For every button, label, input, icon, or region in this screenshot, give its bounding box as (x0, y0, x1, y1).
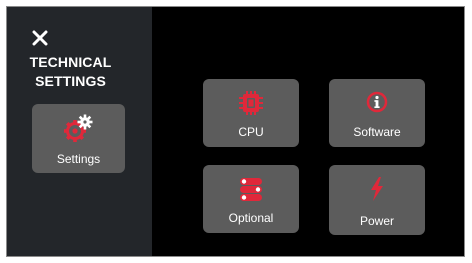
power-tile-label: Power (359, 214, 394, 228)
sidebar-item-settings[interactable]: Settings (32, 104, 125, 173)
sidebar: TECHNICAL SETTINGS Settings (7, 7, 152, 256)
close-button[interactable] (32, 30, 48, 46)
sidebar-title-line2: SETTINGS (35, 73, 106, 89)
cpu-chip-icon (239, 91, 263, 115)
optional-tile-label: Optional (228, 211, 274, 225)
software-tile-label: Software (353, 125, 401, 139)
software-tile[interactable]: Software (329, 79, 425, 147)
power-tile[interactable]: Power (329, 165, 425, 235)
cpu-tile[interactable]: CPU (203, 79, 299, 147)
optional-tile[interactable]: Optional (203, 165, 299, 233)
app-window: TECHNICAL SETTINGS Settings CPU Software… (6, 6, 465, 257)
close-icon (32, 30, 48, 46)
sidebar-item-label: Settings (56, 152, 101, 166)
info-icon (366, 91, 388, 113)
toggle-list-icon (240, 178, 262, 201)
sidebar-title: TECHNICAL SETTINGS (7, 53, 134, 91)
sidebar-title-line1: TECHNICAL (29, 54, 112, 70)
cpu-tile-label: CPU (238, 125, 264, 139)
gear-icon (64, 114, 93, 142)
lightning-bolt-icon (371, 177, 383, 201)
